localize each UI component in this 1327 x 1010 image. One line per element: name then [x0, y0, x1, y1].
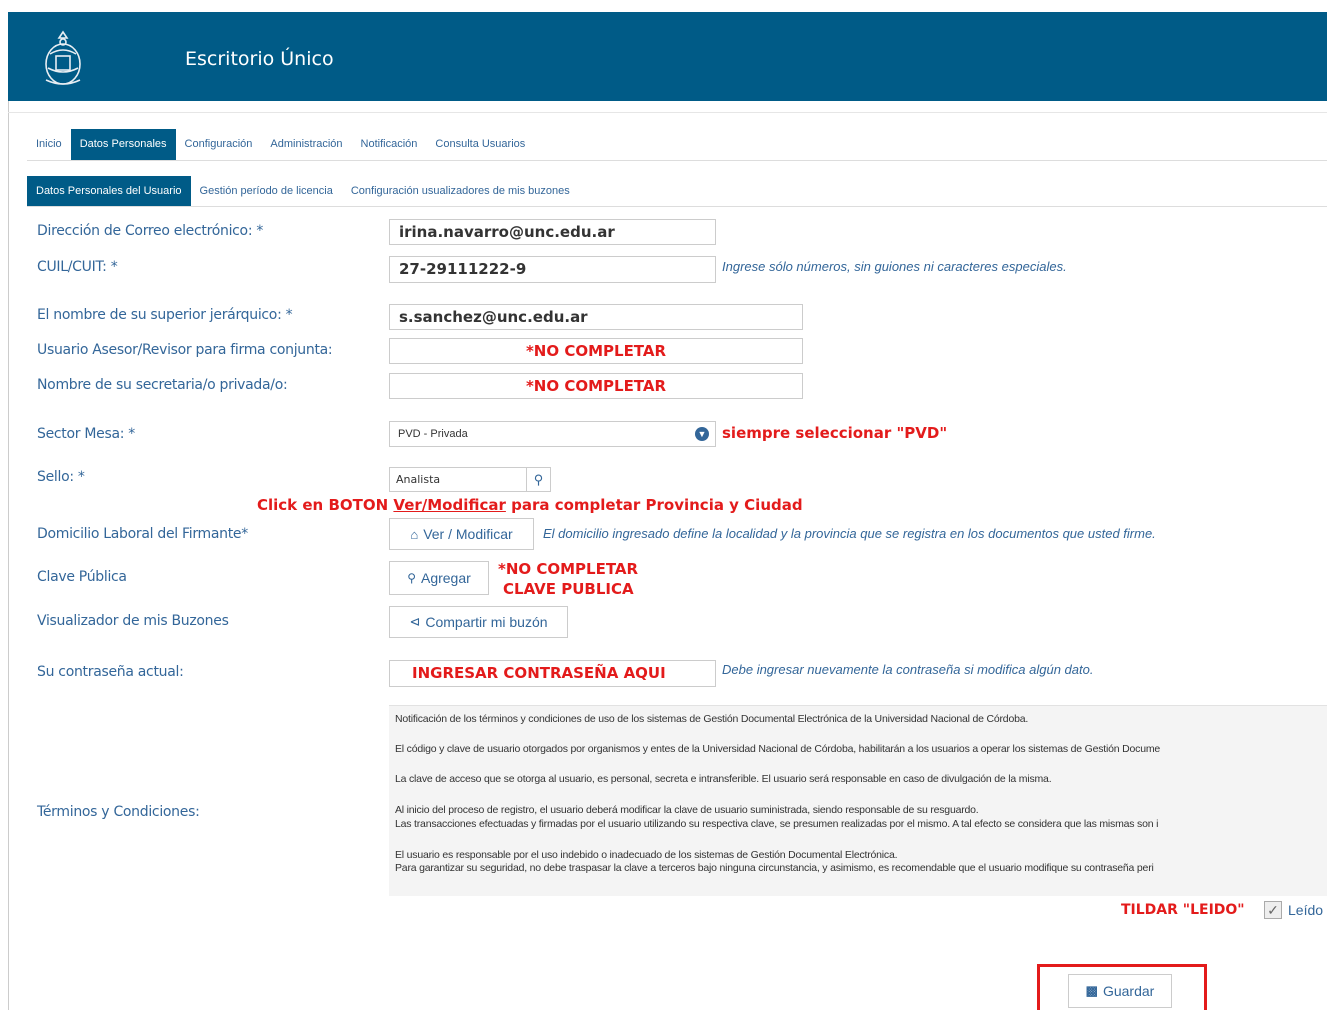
tab-consulta-usuarios[interactable]: Consulta Usuarios [426, 129, 534, 160]
email-field[interactable]: irina.navarro@unc.edu.ar [389, 219, 716, 245]
terms-line: Para garantizar su seguridad, no debe tr… [395, 862, 1154, 874]
sector-note: siempre seleccionar "PVD" [722, 424, 948, 442]
sector-select[interactable]: PVD - Privada ▼ [389, 421, 716, 447]
tab-configuracion[interactable]: Configuración [176, 129, 262, 160]
tabs-divider [27, 160, 1327, 161]
password-hint: Debe ingresar nuevamente la contraseña s… [722, 662, 1094, 677]
clave-note-2: CLAVE PUBLICA [503, 580, 634, 598]
click-note-link: Ver/Modificar [393, 496, 506, 514]
terms-line: Al inicio del proceso de registro, el us… [395, 804, 979, 816]
superior-label: El nombre de su superior jerárquico: * [37, 307, 293, 323]
password-label: Su contraseña actual: [37, 664, 184, 680]
home-icon: ⌂ [410, 526, 419, 542]
agregar-button[interactable]: ⚲ Agregar [389, 561, 489, 595]
app-header: Escritorio Único [8, 12, 1327, 101]
leido-note: TILDAR "LEIDO" [1121, 902, 1245, 918]
click-note-suffix: para completar Provincia y Ciudad [505, 496, 803, 514]
guardar-button[interactable]: ▩ Guardar [1068, 974, 1172, 1008]
tab-notificacion[interactable]: Notificación [352, 129, 427, 160]
terms-line: Las transacciones efectuadas y firmadas … [395, 818, 1159, 830]
click-note: Click en BOTON Ver/Modificar para comple… [257, 496, 803, 514]
secretaria-label: Nombre de su secretaria/o privada/o: [37, 377, 288, 393]
click-note-prefix: Click en BOTON [257, 496, 394, 514]
agregar-label: Agregar [420, 570, 471, 586]
university-crest-icon [45, 30, 81, 85]
guardar-label: Guardar [1102, 983, 1155, 999]
search-icon[interactable]: ⚲ [526, 467, 551, 492]
sector-value: PVD - Privada [398, 428, 468, 440]
frame-border [8, 101, 9, 1010]
terms-line: Notificación de los términos y condicion… [395, 713, 1029, 725]
ver-modificar-button[interactable]: ⌂ Ver / Modificar [389, 518, 534, 550]
app-title: Escritorio Único [185, 48, 334, 70]
subtab-buzones[interactable]: Configuración usualizadores de mis buzon… [342, 176, 579, 206]
key-icon: ⚲ [407, 571, 416, 585]
tab-inicio[interactable]: Inicio [27, 129, 71, 160]
compartir-buzon-button[interactable]: ⊲ Compartir mi buzón [389, 606, 568, 638]
terms-line: La clave de acceso que se otorga al usua… [395, 773, 1052, 785]
leido-label: Leído [1288, 902, 1324, 918]
share-icon: ⊲ [409, 614, 421, 629]
cuil-field[interactable]: 27-29111222-9 [389, 256, 716, 283]
leido-checkbox[interactable]: ✓ [1264, 901, 1282, 919]
email-label: Dirección de Correo electrónico: * [37, 223, 264, 239]
terms-text-box[interactable]: Notificación de los términos y condicion… [389, 705, 1327, 896]
asesor-field[interactable]: *NO COMPLETAR [389, 338, 803, 364]
ver-modificar-label: Ver / Modificar [423, 526, 513, 542]
tab-administracion[interactable]: Administración [261, 129, 351, 160]
sector-label: Sector Mesa: * [37, 426, 135, 442]
terms-line: El usuario es responsable por el uso ind… [395, 849, 898, 861]
subtab-licencia[interactable]: Gestión período de licencia [191, 176, 342, 206]
clave-label: Clave Pública [37, 569, 127, 585]
sello-field[interactable]: Analista [389, 467, 527, 492]
visualizador-label: Visualizador de mis Buzones [37, 613, 229, 629]
frame-border-top [8, 112, 1327, 113]
cuil-hint: Ingrese sólo números, sin guiones ni car… [722, 259, 1067, 274]
sub-tabs: Datos Personales del Usuario Gestión per… [27, 176, 579, 206]
domicilio-hint: El domicilio ingresado define la localid… [543, 526, 1156, 541]
sello-label: Sello: * [37, 469, 85, 485]
terms-label: Términos y Condiciones: [37, 804, 200, 820]
chevron-down-icon[interactable]: ▼ [695, 427, 709, 441]
superior-field[interactable]: s.sanchez@unc.edu.ar [389, 304, 803, 330]
clave-note-1: *NO COMPLETAR [498, 560, 639, 578]
asesor-label: Usuario Asesor/Revisor para firma conjun… [37, 342, 333, 358]
main-tabs: Inicio Datos Personales Configuración Ad… [27, 129, 534, 160]
cuil-label: CUIL/CUIT: * [37, 259, 118, 275]
domicilio-label: Domicilio Laboral del Firmante* [37, 526, 248, 542]
subtab-datos-usuario[interactable]: Datos Personales del Usuario [27, 176, 191, 206]
compartir-buzon-label: Compartir mi buzón [425, 614, 548, 630]
subtabs-divider [27, 206, 1327, 207]
secretaria-field[interactable]: *NO COMPLETAR [389, 373, 803, 399]
password-field[interactable]: INGRESAR CONTRASEÑA AQUI [389, 660, 716, 687]
floppy-disk-icon: ▩ [1085, 983, 1098, 998]
terms-line: El código y clave de usuario otorgados p… [395, 743, 1161, 755]
tab-datos-personales[interactable]: Datos Personales [70, 129, 176, 160]
